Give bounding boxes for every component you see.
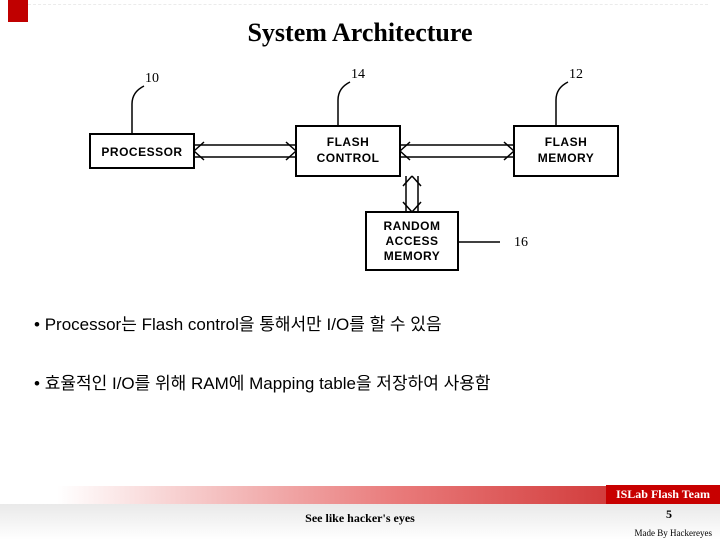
slide: System Architecture PROCESSOR 10 FLASH C…: [0, 0, 720, 540]
flash-control-label-1: FLASH: [327, 135, 370, 149]
flash-control-label-2: CONTROL: [317, 151, 380, 165]
flash-control-num: 14: [351, 67, 365, 82]
footer-tagline: See like hacker's eyes: [0, 511, 720, 526]
ram-label-1: RANDOM: [384, 219, 441, 233]
flash-memory-num: 12: [569, 67, 583, 82]
footer-made-by: Made By Hackereyes: [635, 528, 712, 538]
bullet-list: Processor는 Flash control을 통해서만 I/O를 할 수 …: [34, 310, 674, 428]
ram-num: 16: [514, 235, 528, 250]
flash-memory-label-1: FLASH: [545, 135, 588, 149]
bullet-item: Processor는 Flash control을 통해서만 I/O를 할 수 …: [34, 310, 674, 335]
flash-memory-label-2: MEMORY: [538, 151, 595, 165]
page-number: 5: [666, 507, 672, 522]
footer-team: ISLab Flash Team: [606, 485, 720, 504]
processor-num: 10: [145, 71, 159, 86]
architecture-diagram: PROCESSOR 10 FLASH CONTROL 14 FLASH MEMO…: [70, 62, 650, 282]
ram-label-3: MEMORY: [384, 249, 441, 263]
bullet-item: 효율적인 I/O를 위해 RAM에 Mapping table을 저장하여 사용…: [34, 369, 674, 394]
processor-label: PROCESSOR: [101, 145, 182, 159]
accent-line: [28, 4, 708, 5]
page-title: System Architecture: [0, 18, 720, 48]
ram-label-2: ACCESS: [385, 234, 438, 248]
